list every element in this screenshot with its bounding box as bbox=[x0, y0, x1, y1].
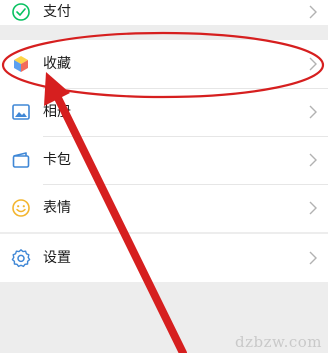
main-menu-group: 收藏 相册 卡包 表情 bbox=[0, 40, 328, 232]
chevron-right-icon bbox=[309, 153, 317, 167]
album-icon bbox=[12, 104, 30, 120]
menu-item-settings-label: 设置 bbox=[43, 250, 71, 266]
wechat-me-menu-screen: 支付 收藏 相册 卡包 表情 设置 dzbzw.com bbox=[0, 0, 328, 353]
menu-item-album[interactable]: 相册 bbox=[0, 88, 328, 136]
pay-group: 支付 bbox=[0, 0, 328, 25]
chevron-right-icon bbox=[309, 5, 317, 19]
menu-item-stickers[interactable]: 表情 bbox=[0, 184, 328, 232]
menu-item-stickers-label: 表情 bbox=[43, 200, 71, 216]
chevron-right-icon bbox=[309, 57, 317, 71]
menu-item-album-label: 相册 bbox=[43, 104, 71, 120]
chevron-right-icon bbox=[309, 251, 317, 265]
menu-item-settings[interactable]: 设置 bbox=[0, 234, 328, 282]
menu-item-favorites[interactable]: 收藏 bbox=[0, 40, 328, 88]
settings-gear-icon bbox=[11, 249, 31, 268]
chevron-right-icon bbox=[309, 105, 317, 119]
settings-group: 设置 bbox=[0, 234, 328, 282]
favorites-cube-icon bbox=[14, 56, 28, 72]
menu-item-pay[interactable]: 支付 bbox=[0, 0, 328, 36]
wechat-pay-icon bbox=[12, 3, 30, 21]
menu-item-card-wallet[interactable]: 卡包 bbox=[0, 136, 328, 184]
chevron-right-icon bbox=[309, 201, 317, 215]
menu-item-favorites-label: 收藏 bbox=[43, 56, 71, 72]
menu-item-card-wallet-label: 卡包 bbox=[43, 152, 71, 168]
menu-item-pay-label: 支付 bbox=[43, 4, 71, 20]
card-wallet-icon bbox=[12, 152, 30, 168]
watermark: dzbzw.com bbox=[235, 333, 322, 351]
sticker-smiley-icon bbox=[12, 199, 30, 217]
